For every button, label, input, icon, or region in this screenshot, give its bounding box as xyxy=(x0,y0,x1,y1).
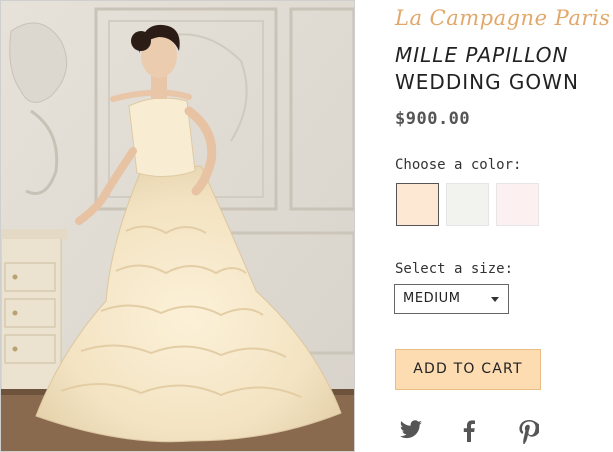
size-select[interactable]: MEDIUM xyxy=(394,284,509,314)
facebook-icon[interactable] xyxy=(463,420,475,444)
color-label: Choose a color: xyxy=(395,157,522,173)
product-photo xyxy=(0,0,355,452)
color-swatch-ivory[interactable] xyxy=(446,183,489,226)
color-swatch-cream[interactable] xyxy=(396,183,439,226)
pinterest-icon[interactable] xyxy=(519,420,539,444)
color-swatch-blush[interactable] xyxy=(496,183,539,226)
product-price: $900.00 xyxy=(395,109,471,129)
size-label: Select a size: xyxy=(395,261,514,277)
twitter-icon[interactable] xyxy=(399,420,423,444)
brand-logo: La Campagne Paris xyxy=(395,6,611,30)
product-title-line2: WEDDING GOWN xyxy=(395,70,579,94)
color-swatches xyxy=(396,183,539,226)
product-title-line1: MILLE PAPILLON xyxy=(395,43,569,67)
add-to-cart-button[interactable]: ADD TO CART xyxy=(395,349,541,390)
size-select-value: MEDIUM xyxy=(403,291,461,306)
chevron-down-icon xyxy=(491,297,499,302)
